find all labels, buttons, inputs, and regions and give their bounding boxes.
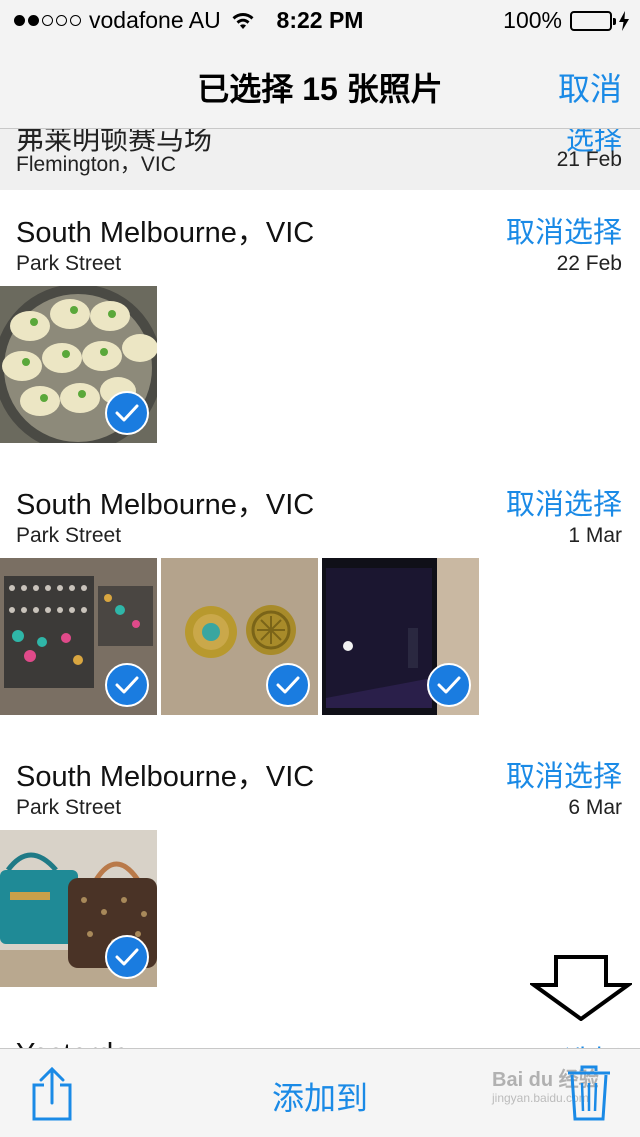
- deselect-button[interactable]: 取消选择: [506, 481, 622, 523]
- section-header-6mar: South Melbourne，VIC Park Street 取消选择 6 M…: [0, 738, 640, 828]
- status-bar: vodafone AU 8:22 PM 100%: [0, 0, 640, 40]
- section-date: 22 Feb: [556, 252, 622, 275]
- photo-thumbnail-dumplings[interactable]: [0, 286, 157, 443]
- deselect-button[interactable]: 取消选择: [506, 753, 622, 795]
- section-date: 6 Mar: [568, 796, 622, 819]
- selected-checkmark-icon: [427, 663, 471, 707]
- navigation-bar: 已选择 15 张照片 取消: [0, 40, 640, 129]
- section-date: 1 Mar: [568, 524, 622, 547]
- section-title: South Melbourne，VIC: [16, 217, 315, 249]
- section-subtitle: Park Street: [16, 524, 122, 547]
- section-date: 21 Feb: [556, 148, 622, 171]
- charging-bolt-icon: [619, 10, 629, 31]
- photo-thumbnail-handbags[interactable]: [0, 830, 157, 987]
- section-header-1mar: South Melbourne，VIC Park Street 取消选择 1 M…: [0, 466, 640, 556]
- add-to-button[interactable]: 添加到: [272, 1080, 368, 1116]
- selection-title: 已选择 15 张照片: [197, 71, 443, 107]
- battery-icon: [570, 10, 616, 31]
- section-header-yesterday: Yesterday 选择: [0, 1030, 640, 1050]
- selected-checkmark-icon: [105, 935, 149, 979]
- photo-thumbnail-tv[interactable]: [322, 558, 479, 715]
- selected-checkmark-icon: [105, 663, 149, 707]
- section-title: South Melbourne，VIC: [16, 761, 315, 793]
- cancel-button[interactable]: 取消: [558, 64, 622, 110]
- down-arrow-icon: [530, 955, 632, 1021]
- section-subtitle: Park Street: [16, 796, 122, 819]
- trash-icon[interactable]: [566, 1065, 612, 1121]
- bottom-toolbar: 添加到 Bai du 经验 jingyan.baidu.com: [0, 1048, 640, 1137]
- selected-checkmark-icon: [105, 391, 149, 435]
- section-title: South Melbourne，VIC: [16, 489, 315, 521]
- deselect-button[interactable]: 取消选择: [506, 209, 622, 251]
- battery-percent: 100%: [503, 7, 562, 33]
- selected-checkmark-icon: [266, 663, 310, 707]
- section-subtitle: Park Street: [16, 252, 122, 275]
- photo-thumbnail-coins[interactable]: [161, 558, 318, 715]
- section-header-22feb: South Melbourne，VIC Park Street 取消选择 22 …: [0, 194, 640, 284]
- section-subtitle: Flemington，VIC: [16, 153, 176, 176]
- status-right: 100%: [503, 7, 630, 34]
- photo-thumbnail-jewelry[interactable]: [0, 558, 157, 715]
